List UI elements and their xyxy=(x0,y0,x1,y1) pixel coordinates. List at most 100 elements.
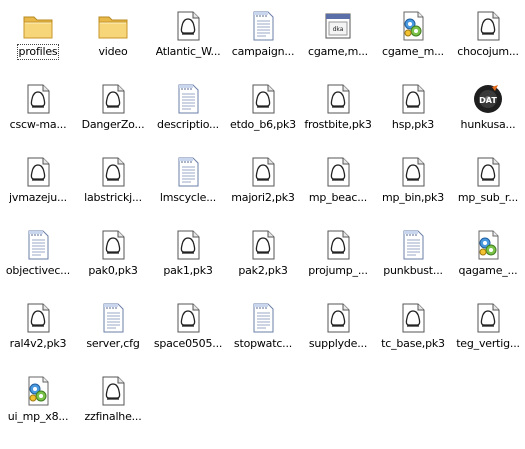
file-item[interactable]: stopwatc... xyxy=(226,294,300,364)
file-item[interactable]: profiles xyxy=(1,2,75,72)
file-label: profiles xyxy=(16,44,60,60)
file-item[interactable]: pak0,pk3 xyxy=(76,221,150,291)
pk3-file-icon xyxy=(97,229,129,261)
file-item[interactable]: lmscycle... xyxy=(151,148,225,218)
text-file-icon xyxy=(397,229,429,261)
file-item[interactable]: Atlantic_W... xyxy=(151,2,225,72)
file-item[interactable]: campaign... xyxy=(226,2,300,72)
file-label: Atlantic_W... xyxy=(155,45,221,58)
file-item[interactable]: supplyde... xyxy=(301,294,375,364)
file-item[interactable]: jvmazeju... xyxy=(1,148,75,218)
file-item[interactable]: pak2,pk3 xyxy=(226,221,300,291)
pk3-file-icon xyxy=(97,375,129,407)
file-item[interactable]: chocojum... xyxy=(451,2,525,72)
file-item[interactable]: mp_beac... xyxy=(301,148,375,218)
file-label: ui_mp_x8... xyxy=(7,410,69,423)
file-label: qagame_... xyxy=(458,264,518,277)
file-item[interactable]: majori2,pk3 xyxy=(226,148,300,218)
file-item[interactable]: dka cgame,m... xyxy=(301,2,375,72)
file-item[interactable]: etdo_b6,pk3 xyxy=(226,75,300,145)
file-label: cscw-ma... xyxy=(9,118,67,131)
dll-file-icon xyxy=(472,229,504,261)
pk3-file-icon xyxy=(247,229,279,261)
pk3-file-icon xyxy=(472,302,504,334)
file-icon-grid: profiles video Atlantic_W... campaign...… xyxy=(0,0,525,449)
file-label: pak2,pk3 xyxy=(238,264,288,277)
pk3-file-icon xyxy=(247,83,279,115)
file-item[interactable]: DangerZo... xyxy=(76,75,150,145)
file-label: supplyde... xyxy=(308,337,368,350)
file-label: pak1,pk3 xyxy=(163,264,213,277)
file-label: DangerZo... xyxy=(81,118,145,131)
file-label: zzfinalhe... xyxy=(84,410,142,423)
file-label: tc_base,pk3 xyxy=(381,337,445,350)
file-item[interactable]: pak1,pk3 xyxy=(151,221,225,291)
pk3-file-icon xyxy=(322,229,354,261)
text-file-icon xyxy=(247,302,279,334)
file-label: server,cfg xyxy=(86,337,140,350)
file-item[interactable]: space0505... xyxy=(151,294,225,364)
file-item[interactable]: server,cfg xyxy=(76,294,150,364)
file-label: etdo_b6,pk3 xyxy=(230,118,296,131)
pk3-file-icon xyxy=(22,83,54,115)
file-label: teg_vertig... xyxy=(456,337,520,350)
file-item[interactable]: qagame_... xyxy=(451,221,525,291)
file-label: jvmazeju... xyxy=(9,191,67,204)
file-item[interactable]: projump_... xyxy=(301,221,375,291)
file-item[interactable]: hsp,pk3 xyxy=(376,75,450,145)
text-file-icon xyxy=(22,229,54,261)
file-label: mp_beac... xyxy=(308,191,368,204)
file-item[interactable]: labstrickj... xyxy=(76,148,150,218)
pk3-file-icon xyxy=(172,229,204,261)
file-label: frostbite,pk3 xyxy=(304,118,372,131)
pk3-file-icon xyxy=(322,156,354,188)
file-item[interactable]: zzfinalhe... xyxy=(76,367,150,437)
folder-icon xyxy=(97,10,129,42)
pk3-file-icon xyxy=(397,302,429,334)
file-item[interactable]: cscw-ma... xyxy=(1,75,75,145)
file-label: punkbust... xyxy=(383,264,443,277)
svg-text:DAT: DAT xyxy=(479,96,497,105)
pk3-file-icon xyxy=(397,83,429,115)
file-label: descriptio... xyxy=(157,118,219,131)
file-item[interactable]: teg_vertig... xyxy=(451,294,525,364)
dll-file-icon xyxy=(397,10,429,42)
text-file-icon xyxy=(172,156,204,188)
file-label: majori2,pk3 xyxy=(231,191,295,204)
pk3-file-icon xyxy=(97,83,129,115)
file-item[interactable]: ral4v2,pk3 xyxy=(1,294,75,364)
file-item[interactable]: mp_bin,pk3 xyxy=(376,148,450,218)
pk3-file-icon xyxy=(472,156,504,188)
dat-disc-icon: DAT xyxy=(472,83,504,115)
file-label: space0505... xyxy=(153,337,223,350)
file-item[interactable]: DAT hunkusa... xyxy=(451,75,525,145)
file-label: mp_bin,pk3 xyxy=(381,191,445,204)
dll-file-icon xyxy=(22,375,54,407)
file-label: labstrickj... xyxy=(84,191,142,204)
text-file-icon xyxy=(97,302,129,334)
file-label: projump_... xyxy=(308,264,368,277)
file-item[interactable]: cgame_m... xyxy=(376,2,450,72)
text-file-icon xyxy=(172,83,204,115)
pk3-file-icon xyxy=(22,156,54,188)
file-item[interactable]: mp_sub_r... xyxy=(451,148,525,218)
folder-icon xyxy=(22,10,54,42)
pk3-file-icon xyxy=(172,302,204,334)
file-label: campaign... xyxy=(231,45,295,58)
file-label: objectivec... xyxy=(5,264,71,277)
file-label: video xyxy=(98,45,128,58)
file-label: ral4v2,pk3 xyxy=(9,337,67,350)
pk3-file-icon xyxy=(397,156,429,188)
file-item[interactable]: tc_base,pk3 xyxy=(376,294,450,364)
file-item[interactable]: objectivec... xyxy=(1,221,75,291)
file-item[interactable]: frostbite,pk3 xyxy=(301,75,375,145)
file-label: mp_sub_r... xyxy=(457,191,519,204)
file-item[interactable]: video xyxy=(76,2,150,72)
pk3-file-icon xyxy=(22,302,54,334)
pk3-file-icon xyxy=(472,10,504,42)
text-file-icon xyxy=(247,10,279,42)
file-item[interactable]: punkbust... xyxy=(376,221,450,291)
file-label: cgame,m... xyxy=(308,45,368,58)
file-item[interactable]: descriptio... xyxy=(151,75,225,145)
file-item[interactable]: ui_mp_x8... xyxy=(1,367,75,437)
